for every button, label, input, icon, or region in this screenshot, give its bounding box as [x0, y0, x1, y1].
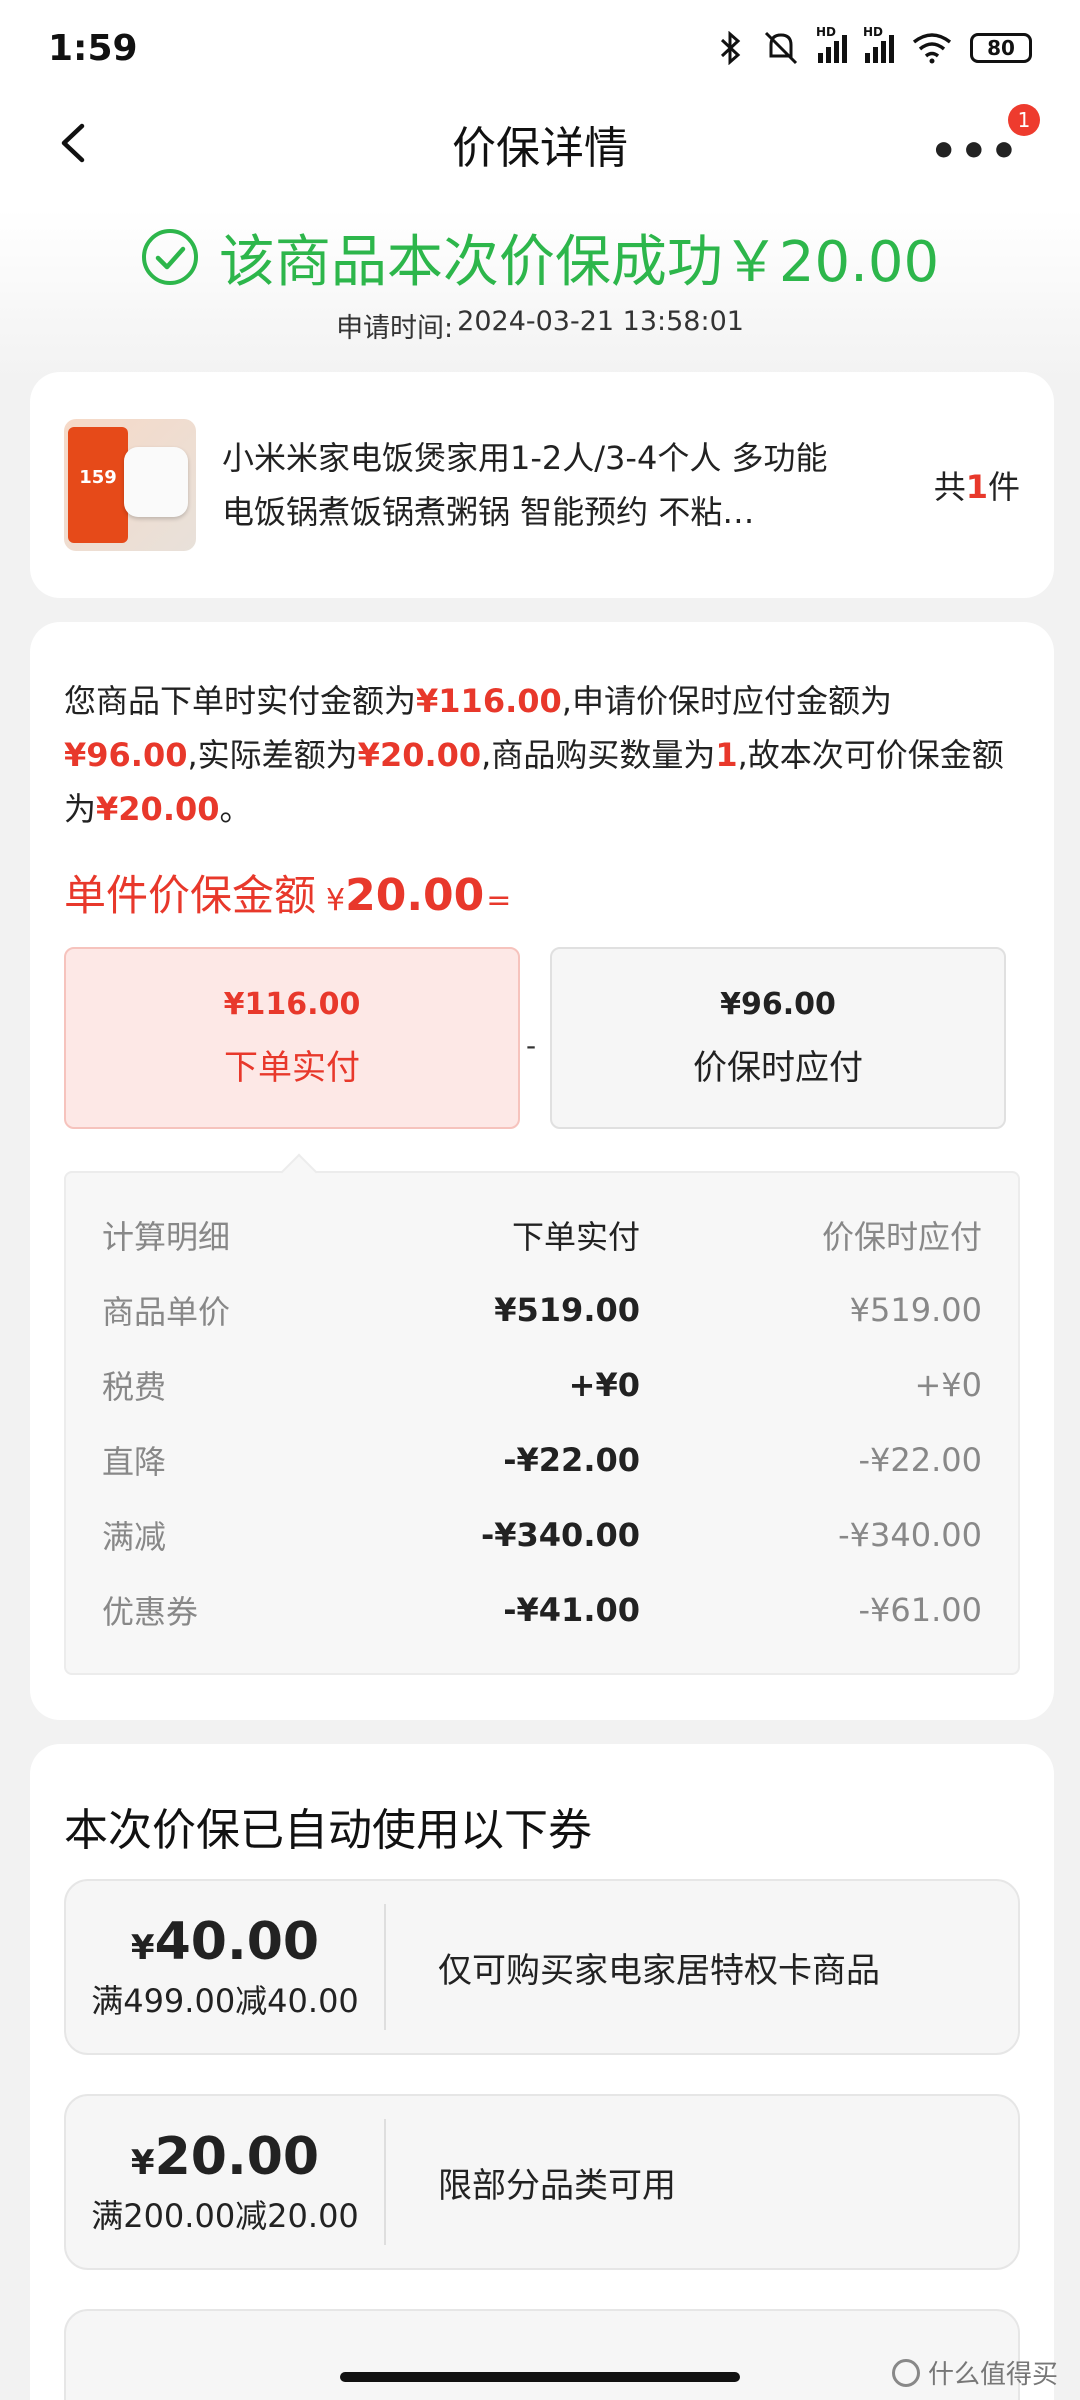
wifi-icon: [912, 33, 952, 64]
more-menu-icon[interactable]: •••: [930, 126, 1020, 177]
apply-time-label: 申请时间:: [336, 313, 454, 344]
calc-row-unit-price: 商品单价 ¥519.00 ¥519.00: [102, 1290, 982, 1331]
calc-row-direct-discount: 直降 -¥22.00 -¥22.00: [102, 1440, 982, 1481]
minus-sign: -: [526, 1029, 537, 1062]
product-quantity: 共1件: [933, 468, 1020, 506]
page-title: 价保详情: [452, 123, 628, 174]
compare-boxes: ¥116.00 下单实付 - ¥96.00 价保时应付: [64, 947, 1020, 1131]
calc-row-full-reduction: 满减 -¥340.00 -¥340.00: [102, 1515, 982, 1556]
coupon-description: 仅可购买家电家居特权卡商品: [438, 1950, 880, 1991]
protect-label: 价保时应付: [693, 1048, 863, 1088]
nav-bar: 价保详情 ••• 1: [0, 96, 1080, 192]
promo-tag: 159: [68, 427, 128, 543]
status-icons: HD HD 80: [718, 25, 1032, 66]
paid-label: 下单实付: [224, 1048, 360, 1088]
protect-box[interactable]: ¥96.00 价保时应付: [550, 947, 1006, 1129]
notification-badge: 1: [1008, 104, 1040, 136]
coupon-item-partial[interactable]: [64, 2309, 1020, 2400]
bluetooth-icon: [720, 31, 741, 65]
paid-box[interactable]: ¥116.00 下单实付: [64, 947, 520, 1129]
calc-row-coupon: 优惠券 -¥41.00 -¥61.00: [102, 1590, 982, 1631]
battery-indicator: 80: [970, 33, 1032, 63]
coupon-condition: 满200.00减20.00: [91, 2197, 359, 2235]
coupon-condition: 满499.00减40.00: [91, 1982, 359, 2020]
coupons-title: 本次价保已自动使用以下券: [64, 1805, 592, 1856]
back-arrow-icon[interactable]: [50, 118, 100, 168]
watermark-logo-icon: [891, 2358, 920, 2387]
coupon-amount-area: ¥40.00 满499.00减40.00: [66, 1904, 386, 2030]
rice-cooker-image: [124, 447, 188, 517]
coupon-amount: 20.00: [154, 2127, 320, 2187]
status-time: 1:59: [48, 27, 138, 69]
calc-row-tax: 税费 +¥0 +¥0: [102, 1365, 982, 1406]
coupons-card: 本次价保已自动使用以下券 ¥40.00 满499.00减40.00 仅可购买家电…: [30, 1744, 1054, 2400]
paid-value: ¥116.00: [223, 987, 361, 1022]
protect-value: ¥96.00: [720, 987, 836, 1022]
success-banner: 该商品本次价保成功￥20.00: [0, 222, 1080, 295]
home-indicator[interactable]: [340, 2372, 740, 2382]
apply-time-value: 2024-03-21 13:58:01: [457, 306, 744, 337]
status-bar: 1:59 HD HD 80: [0, 0, 1080, 96]
success-text: 该商品本次价保成功￥20.00: [218, 229, 940, 295]
watermark: 什么值得买: [891, 2354, 1058, 2391]
product-thumbnail: 159: [64, 419, 196, 551]
signal-icon-1: HD: [816, 25, 847, 63]
product-card[interactable]: 159 小米米家电饭煲家用1-2人/3-4个人 多功能电饭锅煮饭锅煮粥锅 智能预…: [30, 372, 1054, 598]
product-name: 小米米家电饭煲家用1-2人/3-4个人 多功能电饭锅煮饭锅煮粥锅 智能预约 不粘…: [222, 439, 828, 531]
check-circle-icon: [141, 229, 198, 285]
calculation-table: 计算明细 下单实付 价保时应付 商品单价 ¥519.00 ¥519.00 税费 +¥0…: [64, 1171, 1020, 1675]
coupon-item[interactable]: ¥40.00 满499.00减40.00 仅可购买家电家居特权卡商品: [64, 1879, 1020, 2055]
mute-bell-icon: [764, 31, 798, 65]
coupon-item[interactable]: ¥20.00 满200.00减20.00 限部分品类可用: [64, 2094, 1020, 2270]
price-protect-detail-card: 您商品下单时实付金额为¥116.00,申请价保时应付金额为¥96.00,实际差额…: [30, 622, 1054, 1720]
signal-icon-2: HD: [863, 25, 894, 63]
apply-time: 申请时间: 2024-03-21 13:58:01: [0, 306, 1080, 345]
calc-header-row: 计算明细 下单实付 价保时应付: [102, 1217, 982, 1256]
coupon-amount: 40.00: [154, 1912, 320, 1972]
coupon-amount-area: ¥20.00 满200.00减20.00: [66, 2119, 386, 2245]
coupon-description: 限部分品类可用: [438, 2165, 676, 2206]
explanation-text: 您商品下单时实付金额为¥116.00,申请价保时应付金额为¥96.00,实际差额…: [64, 682, 1004, 828]
unit-protect-amount: 单件价保金额 ¥ 20.00 =: [64, 870, 512, 921]
